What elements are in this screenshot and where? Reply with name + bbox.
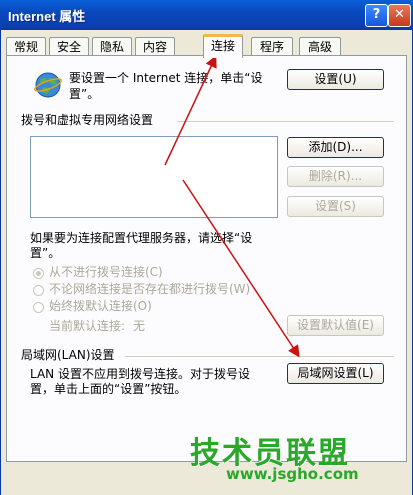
tab-privacy[interactable]: 隐私 [92,37,132,56]
dialup-settings-button[interactable]: 设置(S) [287,196,384,217]
help-button[interactable]: ? [365,4,388,27]
title-bar: Internet 属性 ? ✕ [0,0,413,30]
lan-settings-button[interactable]: 局域网设置(L) [287,363,384,384]
tab-security[interactable]: 安全 [49,37,89,56]
tab-general[interactable]: 常规 [6,37,46,56]
tab-content[interactable]: 内容 [135,37,175,56]
set-default-button[interactable]: 设置默认值(E) [287,315,384,336]
setup-button[interactable]: 设置(U) [287,69,384,90]
lan-description-line1: LAN 设置不应用到拨号连接。对于拨号设 [30,367,250,381]
lan-group-label: 局域网(LAN)设置 [21,348,115,362]
lan-separator [125,356,394,357]
setup-description-line2: 置”。 [69,87,100,101]
radio-never-dial[interactable] [33,268,44,279]
watermark-url: www.jsgho.com [226,465,359,483]
setup-description-line1: 要设置一个 Internet 连接，单击“设 [69,71,263,85]
add-button[interactable]: 添加(D)... [287,137,384,158]
radio-dial-no-network[interactable] [33,285,44,296]
remove-button[interactable]: 删除(R)... [287,166,384,187]
option-never-dial[interactable]: 从不进行拨号连接(C) [49,265,163,280]
tab-connections[interactable]: 连接 [203,34,243,58]
close-button[interactable]: ✕ [388,4,411,27]
window-title: Internet 属性 [8,9,86,24]
lan-description-line2: 置，单击上面的“设置”按钮。 [30,382,187,396]
dialup-group-label: 拨号和虚拟专用网络设置 [21,113,154,127]
connection-list[interactable] [30,136,278,218]
radio-always-dial[interactable] [33,302,44,313]
option-dial-no-network[interactable]: 不论网络连接是否存在都进行拨号(W) [49,282,250,297]
globe-icon [34,72,62,98]
dialup-separator [177,121,394,122]
proxy-hint-line2: 置”。 [30,246,61,260]
proxy-hint-line1: 如果要为连接配置代理服务器，请选择“设 [30,231,253,245]
option-always-dial[interactable]: 始终拨默认连接(O) [49,299,152,314]
tab-advanced[interactable]: 高级 [299,37,341,56]
tab-programs[interactable]: 程序 [251,37,293,56]
current-default-value: 无 [133,319,146,333]
current-default-label: 当前默认连接: [49,319,126,333]
connections-panel: 要设置一个 Internet 连接，单击“设 置”。 设置(U) 拨号和虚拟专用… [6,55,407,462]
